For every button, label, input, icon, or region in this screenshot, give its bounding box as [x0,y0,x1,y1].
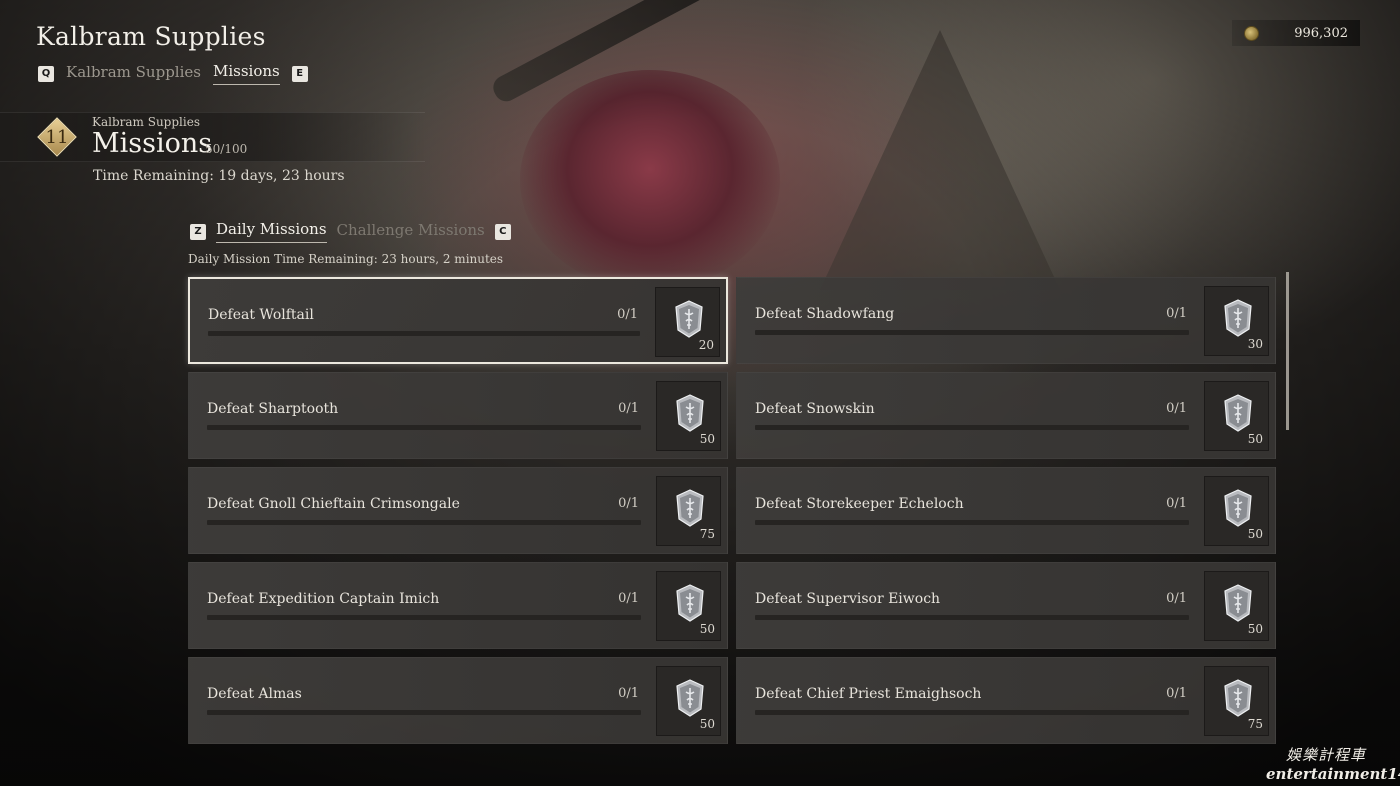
watermark-line1: 娛樂計程車 [1285,746,1366,764]
mission-reward: 75 [656,476,721,546]
mission-name: Defeat Expedition Captain Imich [207,591,440,607]
mission-reward: 50 [656,571,721,641]
mission-name: Defeat Sharptooth [207,401,339,417]
mission-count: 0/1 [1166,306,1187,321]
currency-display: 996,302 [1232,20,1360,46]
mission-count: 0/1 [618,686,639,701]
prev-mission-tab-key[interactable]: Z [190,223,206,240]
mission-reward: 20 [655,287,720,357]
tab-daily-missions[interactable]: Daily Missions [216,220,327,243]
silver-token-icon [675,489,705,527]
silver-token-icon [1223,679,1253,717]
watermark-line2: entertainment14 [1266,765,1400,783]
mission-progress-bar [755,615,1189,620]
daily-mission-time: Daily Mission Time Remaining: 23 hours, … [188,252,504,266]
top-tabs: Q Kalbram Supplies Missions E [38,62,308,85]
mission-card[interactable]: Defeat Gnoll Chieftain Crimsongale 0/1 75 [188,467,728,554]
mission-grid: Defeat Wolftail 0/1 20 Defeat Shadowfang 0/1… [188,277,1276,744]
mission-card[interactable]: Defeat Almas 0/1 50 [188,657,728,744]
mission-reward: 50 [1204,381,1269,451]
event-subtitle: Kalbram Supplies [92,115,200,129]
mission-card[interactable]: Defeat Storekeeper Echeloch 0/1 50 [736,467,1276,554]
mission-reward: 30 [1204,286,1269,356]
mission-progress-bar [208,331,640,336]
silver-token-icon [674,300,704,338]
tab-challenge-missions[interactable]: Challenge Missions [337,221,485,243]
mission-count: 0/1 [618,591,639,606]
coin-icon [1244,25,1259,41]
reward-amount: 20 [698,338,714,352]
mission-name: Defeat Shadowfang [755,306,895,322]
mission-count: 0/1 [618,496,639,511]
mission-card[interactable]: Defeat Supervisor Eiwoch 0/1 50 [736,562,1276,649]
mission-progress-bar [755,710,1189,715]
tab-kalbram-supplies[interactable]: Kalbram Supplies [66,63,201,85]
reward-amount: 50 [699,622,715,636]
page-title: Kalbram Supplies [36,22,266,51]
mission-tabs: Z Daily Missions Challenge Missions C [190,220,511,243]
mission-reward: 50 [1204,476,1269,546]
watermark: 娛樂計程車 entertainment14 [1266,744,1400,783]
mission-card[interactable]: Defeat Expedition Captain Imich 0/1 50 [188,562,728,649]
mission-progress-bar [207,520,641,525]
tab-missions[interactable]: Missions [212,62,280,85]
event-title: Missions [92,128,213,159]
reward-amount: 50 [699,432,715,446]
silver-token-icon [1223,489,1253,527]
reward-amount: 30 [1247,337,1263,351]
mission-count: 0/1 [1166,401,1187,416]
mission-progress-bar [755,425,1189,430]
next-mission-tab-key[interactable]: C [494,223,511,240]
currency-value: 996,302 [1294,25,1348,41]
silver-token-icon [1223,394,1253,432]
mission-count: 0/1 [1166,686,1187,701]
event-progress: 50/100 [205,142,248,156]
mission-card[interactable]: Defeat Wolftail 0/1 20 [188,277,728,364]
silver-token-icon [1223,584,1253,622]
mission-name: Defeat Snowskin [755,401,875,417]
silver-token-icon [675,584,705,622]
mission-count: 0/1 [617,307,638,322]
silver-token-icon [675,394,705,432]
mission-progress-bar [207,615,641,620]
reward-amount: 75 [1247,717,1263,731]
level-badge: 11 [37,117,77,157]
mission-name: Defeat Supervisor Eiwoch [755,591,941,607]
mission-card[interactable]: Defeat Shadowfang 0/1 30 [736,277,1276,364]
reward-amount: 50 [1247,527,1263,541]
next-tab-key[interactable]: E [291,65,308,82]
reward-amount: 75 [699,527,715,541]
mission-progress-bar [207,710,641,715]
mission-reward: 50 [656,666,721,736]
mission-count: 0/1 [618,401,639,416]
mission-scrollbar[interactable] [1286,272,1289,430]
reward-amount: 50 [699,717,715,731]
level-number: 11 [45,126,69,148]
mission-card[interactable]: Defeat Chief Priest Emaighsoch 0/1 75 [736,657,1276,744]
mission-progress-bar [755,330,1189,335]
mission-name: Defeat Chief Priest Emaighsoch [755,686,982,702]
mission-progress-bar [207,425,641,430]
mission-reward: 50 [656,381,721,451]
mission-reward: 50 [1204,571,1269,641]
reward-amount: 50 [1247,432,1263,446]
event-time-remaining: Time Remaining: 19 days, 23 hours [93,168,345,184]
silver-token-icon [675,679,705,717]
mission-reward: 75 [1204,666,1269,736]
mission-name: Defeat Wolftail [208,307,314,323]
silver-token-icon [1223,299,1253,337]
mission-name: Defeat Almas [207,686,302,702]
prev-tab-key[interactable]: Q [38,65,54,82]
mission-count: 0/1 [1166,591,1187,606]
mission-name: Defeat Storekeeper Echeloch [755,496,964,512]
mission-progress-bar [755,520,1189,525]
mission-card[interactable]: Defeat Sharptooth 0/1 50 [188,372,728,459]
reward-amount: 50 [1247,622,1263,636]
mission-count: 0/1 [1166,496,1187,511]
mission-name: Defeat Gnoll Chieftain Crimsongale [207,496,460,512]
mission-card[interactable]: Defeat Snowskin 0/1 50 [736,372,1276,459]
